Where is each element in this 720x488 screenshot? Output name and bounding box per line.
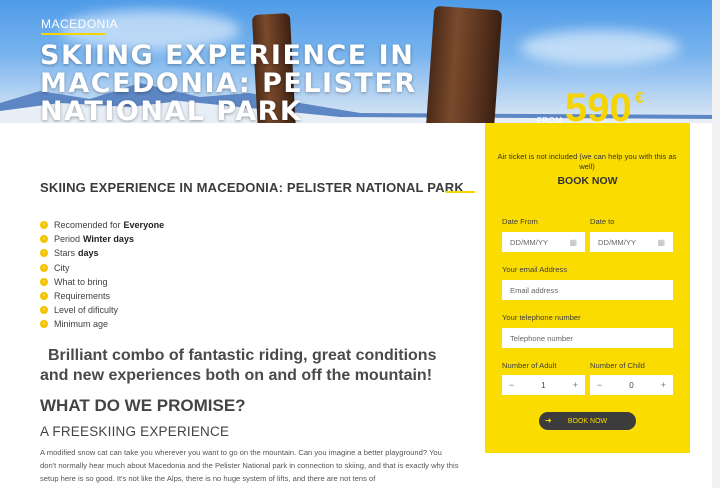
phone-field[interactable]: Telephone number [502,328,673,348]
fact-label: Stars [54,248,76,259]
fact-label: What to bring [54,276,108,287]
scrollbar-track[interactable] [712,0,720,488]
fact-value: Everyone [123,220,165,231]
email-field[interactable]: Email address [502,280,673,300]
list-item: › Recomended for Everyone [40,218,164,232]
minus-icon[interactable]: − [597,380,602,390]
hero-cloud [520,30,680,65]
chevron-circle-icon: › [40,320,48,329]
section-heading: WHAT DO WE PROMISE? [40,396,246,415]
child-stepper[interactable]: − 0 + [590,375,673,395]
description-paragraph: A modified snow cat can take you whereve… [40,448,459,483]
book-now-button[interactable]: ➜ BOOK NOW [539,412,636,430]
chevron-circle-icon: › [40,292,48,301]
date-to-field[interactable]: DD/MM/YY ▦ [590,232,673,252]
booking-note: Air ticket is not included (we can help … [497,152,677,171]
hero-country-underline [41,33,105,35]
adult-label: Number of Adult [502,361,557,370]
minus-icon[interactable]: − [509,380,514,390]
book-now-label: BOOK NOW [567,417,608,425]
child-label: Number of Child [590,361,645,370]
date-to-label: Date to [590,217,615,226]
date-from-placeholder: DD/MM/YY [510,237,548,247]
calendar-icon[interactable]: ▦ [569,238,577,247]
subsection-heading: A FREESKIING EXPERIENCE [40,424,230,439]
chevron-circle-icon: › [40,306,48,315]
chevron-circle-icon: › [40,235,48,244]
plus-icon[interactable]: + [573,380,578,390]
phone-placeholder: Telephone number [510,333,573,343]
fact-label: Period [54,234,81,245]
fact-label: Level of dificulty [54,305,119,316]
adult-count[interactable]: 1 [541,381,545,390]
booking-heading: BOOK NOW [557,175,618,187]
email-label: Your email Address [502,265,568,274]
lead-text: Brilliant combo of fantastic riding, gre… [40,347,437,384]
price-currency: € [635,90,644,107]
plus-icon[interactable]: + [661,380,666,390]
fact-label: City [54,262,70,273]
list-item: › City [40,261,164,275]
date-from-field[interactable]: DD/MM/YY ▦ [502,232,585,252]
fact-value: Winter days [83,234,134,245]
list-item: › Stars days [40,246,164,260]
fact-label: Requirements [54,291,111,302]
list-item: › Requirements [40,289,164,303]
fact-value: days [78,248,99,259]
title-underline [446,191,475,193]
phone-label: Your telephone number [502,313,581,322]
page-title: SKIING EXPERIENCE IN MACEDONIA: PELISTER… [40,180,464,195]
arrow-right-icon: ➜ [545,416,552,425]
trip-facts-list: › Recomended for Everyone › Period Winter da… [40,218,164,332]
date-from-label: Date From [502,217,538,226]
hero-title: SKIING EXPERIENCE IN MACEDONIA: PELISTER… [40,40,417,124]
child-count[interactable]: 0 [629,381,633,390]
booking-panel: Air ticket is not included (we can help … [485,123,690,453]
date-to-placeholder: DD/MM/YY [598,237,636,247]
adult-stepper[interactable]: − 1 + [502,375,585,395]
hero-country-label: MACEDONIA [41,17,119,31]
list-item: › Minimum age [40,317,164,331]
fact-label: Minimum age [54,319,109,330]
list-item: › Period Winter days [40,232,164,246]
list-item: › What to bring [40,275,164,289]
fact-label: Recomended for [54,220,121,231]
chevron-circle-icon: › [40,277,48,286]
chevron-circle-icon: › [40,263,48,272]
calendar-icon[interactable]: ▦ [657,238,665,247]
list-item: › Level of dificulty [40,303,164,317]
chevron-circle-icon: › [40,249,48,258]
chevron-circle-icon: › [40,221,48,230]
email-placeholder: Email address [510,285,559,295]
